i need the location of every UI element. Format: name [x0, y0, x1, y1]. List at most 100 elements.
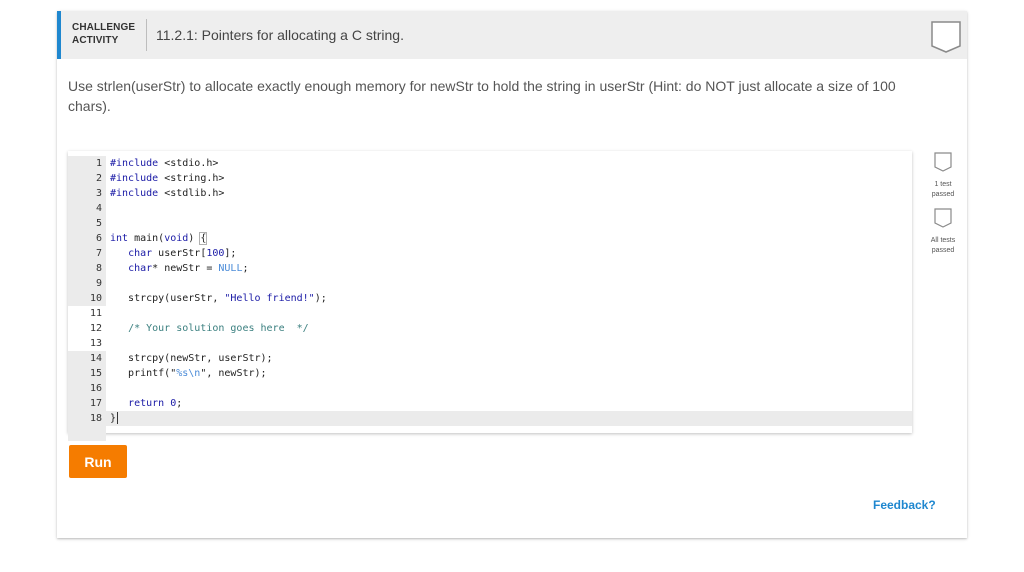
- activity-type-line2: ACTIVITY: [72, 35, 119, 46]
- level-label-line2: passed: [931, 191, 955, 198]
- code-text[interactable]: }: [110, 411, 119, 426]
- code-token: );: [314, 293, 327, 304]
- code-line[interactable]: 2 #include <string.h>: [68, 171, 912, 186]
- code-text[interactable]: char userStr[100];: [110, 246, 236, 261]
- line-number: 6: [68, 231, 106, 246]
- code-text[interactable]: #include <string.h>: [110, 171, 224, 186]
- code-token: strcpy(userStr,: [110, 293, 225, 304]
- activity-type-label: CHALLENGE ACTIVITY: [72, 21, 135, 47]
- code-token: ): [188, 233, 201, 244]
- code-token: char: [128, 263, 153, 274]
- code-token: char: [128, 248, 153, 259]
- code-line[interactable]: 9: [68, 276, 912, 291]
- line-number: 13: [68, 336, 106, 351]
- code-token: ];: [224, 248, 237, 259]
- code-token: %s\n: [176, 368, 201, 379]
- line-number: 18: [68, 411, 106, 426]
- line-number: 14: [68, 351, 106, 366]
- line-number: 9: [68, 276, 106, 291]
- code-line[interactable]: 1 #include <stdio.h>: [68, 156, 912, 171]
- code-line[interactable]: 11: [68, 306, 912, 321]
- line-number: 16: [68, 381, 106, 396]
- code-line[interactable]: 17 return 0;: [68, 396, 912, 411]
- code-line[interactable]: 7 char userStr[100];: [68, 246, 912, 261]
- line-number: 12: [68, 321, 106, 336]
- code-line[interactable]: 10 strcpy(userStr, "Hello friend!");: [68, 291, 912, 306]
- code-token: #include: [110, 158, 159, 169]
- code-token: printf(": [110, 368, 177, 379]
- line-number: 4: [68, 201, 106, 216]
- code-token: "Hello friend!": [224, 293, 315, 304]
- completion-badge-icon: [931, 21, 961, 53]
- code-line[interactable]: 14 strcpy(newStr, userStr);: [68, 351, 912, 366]
- code-line[interactable]: 15 printf("%s\n", newStr);: [68, 366, 912, 381]
- run-button[interactable]: Run: [69, 445, 127, 478]
- activity-header: CHALLENGE ACTIVITY 11.2.1: Pointers for …: [57, 11, 967, 59]
- feedback-link[interactable]: Feedback?: [873, 498, 936, 512]
- code-token: <stdlib.h>: [158, 188, 225, 199]
- code-line[interactable]: 16: [68, 381, 912, 396]
- level-label: All tests passed: [925, 236, 961, 256]
- level-label-line1: 1 test: [934, 181, 952, 188]
- code-line[interactable]: 6 int main(void) {: [68, 231, 912, 246]
- code-line[interactable]: 4: [68, 201, 912, 216]
- code-token: <stdio.h>: [158, 158, 219, 169]
- code-token: main(: [128, 233, 165, 244]
- code-text[interactable]: printf("%s\n", newStr);: [110, 366, 267, 381]
- code-text[interactable]: #include <stdio.h>: [110, 156, 218, 171]
- code-token: <string.h>: [158, 173, 225, 184]
- header-divider: [146, 19, 147, 51]
- gutter-padding: [68, 426, 106, 441]
- level-badge-icon: [934, 152, 952, 172]
- code-text[interactable]: char* newStr = NULL;: [110, 261, 249, 276]
- code-text[interactable]: /* Your solution goes here */: [110, 321, 309, 336]
- line-number: 8: [68, 261, 106, 276]
- code-token: ;: [242, 263, 249, 274]
- code-token: userStr[: [152, 248, 207, 259]
- line-number: 10: [68, 291, 106, 306]
- line-number: 1: [68, 156, 106, 171]
- activity-type-line1: CHALLENGE: [72, 22, 136, 33]
- code-token: strcpy(newStr, userStr);: [110, 353, 273, 364]
- level-all-tests-passed: All tests passed: [925, 207, 961, 256]
- code-line[interactable]: 13: [68, 336, 912, 351]
- code-text[interactable]: #include <stdlib.h>: [110, 186, 224, 201]
- code-token: ;: [176, 398, 183, 409]
- code-token: #include: [110, 188, 159, 199]
- code-token: void: [164, 233, 189, 244]
- activity-title: 11.2.1: Pointers for allocating a C stri…: [156, 27, 404, 43]
- line-number: 15: [68, 366, 106, 381]
- level-badge-icon: [934, 208, 952, 228]
- line-number: 11: [68, 306, 106, 321]
- code-line[interactable]: 3 #include <stdlib.h>: [68, 186, 912, 201]
- code-token: /* Your solution goes here */: [128, 323, 309, 334]
- code-token: NULL: [218, 263, 243, 274]
- code-text[interactable]: strcpy(userStr, "Hello friend!");: [110, 291, 327, 306]
- code-token: ", newStr);: [200, 368, 267, 379]
- level-1-test-passed: 1 test passed: [925, 151, 961, 200]
- code-text[interactable]: int main(void) {: [110, 231, 208, 246]
- level-label-line2: passed: [931, 247, 955, 254]
- line-number: 2: [68, 171, 106, 186]
- line-number: 7: [68, 246, 106, 261]
- code-line[interactable]: 12 /* Your solution goes here */: [68, 321, 912, 336]
- code-line[interactable]: 18}: [68, 411, 912, 426]
- code-token: }: [110, 413, 117, 424]
- code-token: * newStr =: [152, 263, 219, 274]
- line-number: 5: [68, 216, 106, 231]
- level-label: 1 test passed: [925, 180, 961, 200]
- code-line[interactable]: 8 char* newStr = NULL;: [68, 261, 912, 276]
- text-cursor: [117, 412, 119, 424]
- code-text[interactable]: strcpy(newStr, userStr);: [110, 351, 273, 366]
- code-token: int: [110, 233, 129, 244]
- challenge-activity-card: CHALLENGE ACTIVITY 11.2.1: Pointers for …: [57, 11, 967, 538]
- line-number: 3: [68, 186, 106, 201]
- code-line[interactable]: 5: [68, 216, 912, 231]
- code-text[interactable]: return 0;: [110, 396, 182, 411]
- code-token: return: [128, 398, 165, 409]
- code-editor[interactable]: 1 #include <stdio.h> 2 #include <string.h> 3…: [68, 151, 912, 441]
